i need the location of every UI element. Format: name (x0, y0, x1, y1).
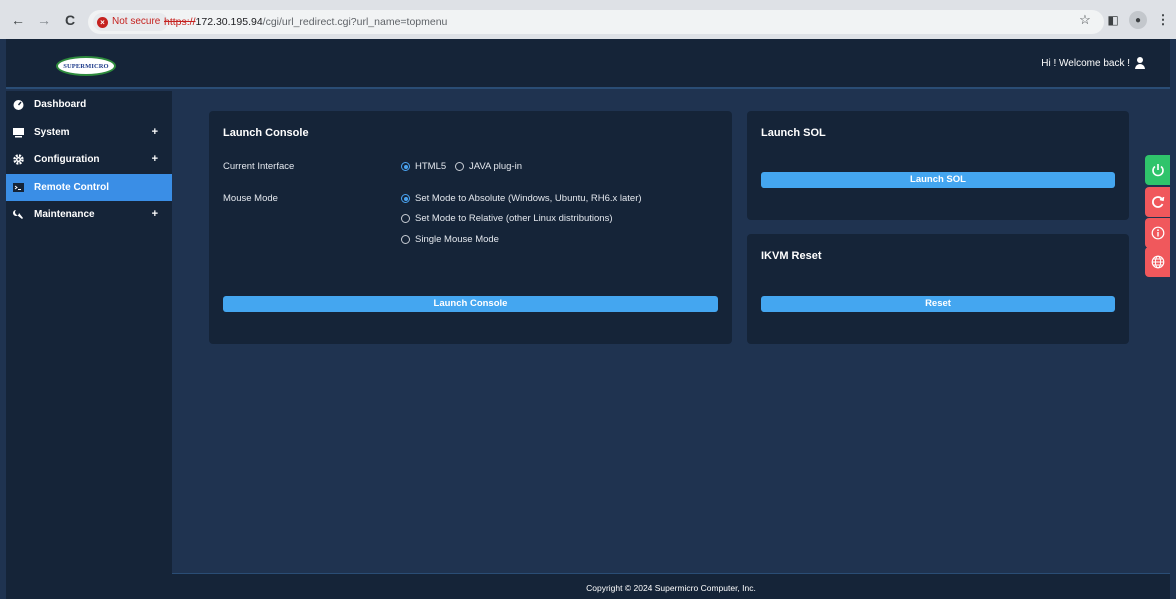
url-protocol: https:// (164, 16, 196, 28)
sidebar-item-dashboard[interactable]: Dashboard (6, 91, 172, 119)
url-path: /cgi/url_redirect.cgi?url_name=topmenu (262, 16, 448, 28)
browser-toolbar: ← → C × Not secure https://172.30.195.94… (0, 0, 1176, 39)
url-host: 172.30.195.94 (195, 16, 263, 28)
forward-arrow-icon[interactable]: → (34, 10, 54, 30)
radio-label: Single Mouse Mode (415, 234, 499, 245)
ikvm-reset-card: IKVM Reset Reset (747, 234, 1129, 344)
warning-icon: × (97, 16, 108, 28)
security-chip[interactable]: × Not secure (93, 13, 169, 31)
radio-label: Set Mode to Relative (other Linux distri… (415, 213, 613, 224)
reset-button[interactable]: Reset (761, 296, 1115, 312)
profile-icon[interactable]: ● (1129, 11, 1147, 29)
info-tab[interactable] (1145, 218, 1170, 248)
launch-console-card: Launch Console Current Interface HTML5 J… (209, 111, 732, 344)
card-title: IKVM Reset (761, 250, 822, 262)
radio-label: Set Mode to Absolute (Windows, Ubuntu, R… (415, 193, 642, 204)
launch-sol-card: Launch SOL Launch SOL (747, 111, 1129, 220)
user-icon[interactable] (1134, 57, 1146, 69)
sidebar-item-label: Maintenance (34, 209, 95, 221)
address-bar[interactable]: × Not secure https://172.30.195.94/cgi/u… (88, 10, 1104, 34)
sidebar-item-configuration[interactable]: Configuration + (6, 146, 172, 174)
top-header: SUPERMICRO Hi ! Welcome back ! (6, 39, 1170, 89)
logo-text: SUPERMICRO (63, 62, 109, 70)
sidebar-item-label: Dashboard (34, 99, 87, 111)
radio-selected-icon (401, 194, 410, 203)
monitor-icon (13, 127, 24, 138)
launch-console-button[interactable]: Launch Console (223, 296, 718, 312)
security-label: Not secure (112, 16, 161, 27)
globe-tab[interactable] (1145, 247, 1170, 277)
welcome-area[interactable]: Hi ! Welcome back ! (1041, 57, 1146, 69)
sidebar-item-label: Configuration (34, 154, 100, 166)
mouse-mode-label: Mouse Mode (223, 193, 278, 204)
expand-plus-icon[interactable]: + (152, 208, 158, 220)
gear-icon (13, 154, 24, 165)
wrench-icon (13, 209, 24, 220)
refresh-tab[interactable] (1145, 187, 1170, 217)
sidebar-item-label: Remote Control (34, 181, 109, 193)
card-title: Launch SOL (761, 127, 826, 139)
expand-plus-icon[interactable]: + (152, 126, 158, 138)
radio-selected-icon (401, 162, 410, 171)
back-arrow-icon[interactable]: ← (8, 10, 28, 30)
power-icon (1151, 164, 1164, 177)
reload-icon[interactable]: C (60, 10, 80, 30)
card-title: Launch Console (223, 127, 309, 139)
radio-unselected-icon (455, 162, 464, 171)
sidebar-item-remote-control[interactable]: Remote Control (6, 173, 172, 201)
terminal-icon (13, 182, 24, 193)
radio-mouse-relative[interactable]: Set Mode to Relative (other Linux distri… (401, 213, 613, 224)
url-text[interactable]: https://172.30.195.94/cgi/url_redirect.c… (164, 10, 447, 34)
radio-label: JAVA plug-in (469, 161, 522, 172)
info-icon (1151, 226, 1164, 240)
expand-plus-icon[interactable]: + (152, 153, 158, 165)
power-tab[interactable] (1145, 155, 1170, 185)
sidebar-item-system[interactable]: System + (6, 119, 172, 147)
radio-label: HTML5 (415, 161, 447, 172)
kebab-menu-icon[interactable]: ⋮ (1153, 10, 1173, 30)
refresh-icon (1151, 196, 1164, 208)
radio-single-mouse[interactable]: Single Mouse Mode (401, 234, 499, 245)
current-interface-label: Current Interface (223, 161, 295, 172)
sidebar: Dashboard System + Configuration + Remot… (6, 91, 172, 599)
star-icon[interactable]: ☆ (1075, 10, 1095, 30)
app-window: SUPERMICRO Hi ! Welcome back ! Dashboard… (6, 39, 1170, 599)
welcome-text: Hi ! Welcome back ! (1041, 57, 1130, 69)
copyright-text: Copyright © 2024 Supermicro Computer, In… (586, 583, 756, 593)
supermicro-logo[interactable]: SUPERMICRO (56, 56, 116, 76)
radio-unselected-icon (401, 214, 410, 223)
globe-icon (1151, 255, 1164, 269)
dashboard-icon (13, 99, 24, 111)
radio-mouse-absolute[interactable]: Set Mode to Absolute (Windows, Ubuntu, R… (401, 193, 642, 204)
side-panel-icon[interactable]: ◧ (1103, 10, 1123, 30)
footer: Copyright © 2024 Supermicro Computer, In… (172, 573, 1170, 599)
radio-unselected-icon (401, 235, 410, 244)
main-content: Launch Console Current Interface HTML5 J… (172, 91, 1170, 573)
sidebar-item-label: System (34, 126, 70, 138)
radio-java-plugin[interactable]: JAVA plug-in (455, 161, 522, 172)
launch-sol-button[interactable]: Launch SOL (761, 172, 1115, 188)
radio-html5[interactable]: HTML5 (401, 161, 446, 172)
sidebar-item-maintenance[interactable]: Maintenance + (6, 201, 172, 229)
